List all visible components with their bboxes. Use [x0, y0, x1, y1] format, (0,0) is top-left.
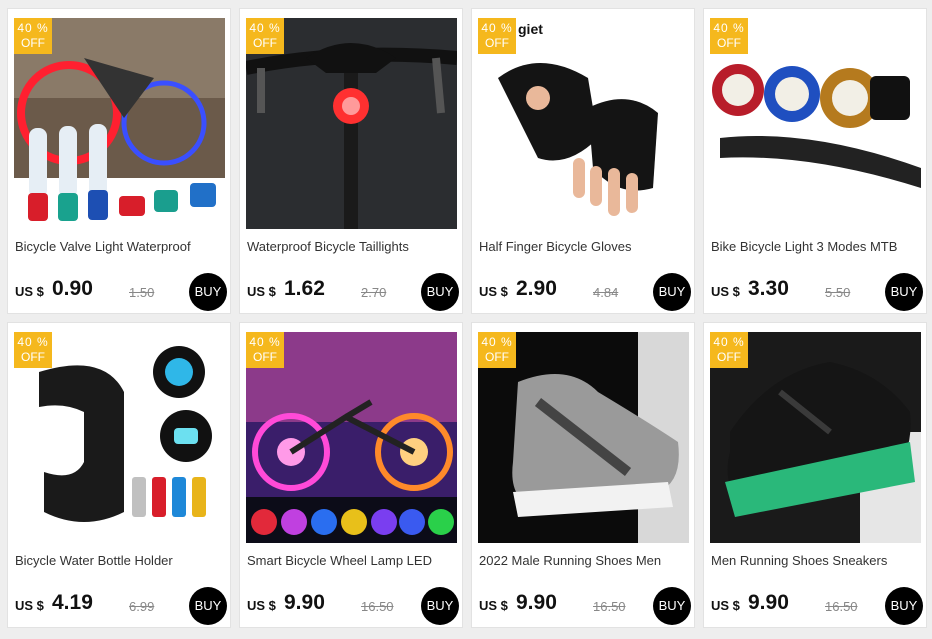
- discount-off-label: OFF: [21, 350, 45, 364]
- discount-badge: 40 % OFF: [478, 332, 516, 368]
- discount-off-label: OFF: [485, 36, 509, 50]
- price-value: 4.19: [52, 591, 93, 614]
- price-value: 9.90: [748, 591, 789, 614]
- discount-badge: 40 % OFF: [246, 18, 284, 54]
- buy-button[interactable]: BUY: [653, 273, 691, 311]
- product-card[interactable]: giet 40 % OFF Half Finger Bicycle Gloves…: [471, 8, 695, 314]
- buy-button[interactable]: BUY: [653, 587, 691, 625]
- price-row: US $ 3.30 5.50 BUY: [711, 273, 923, 311]
- product-card[interactable]: 40 % OFF Bike Bicycle Light 3 Modes MTB …: [703, 8, 927, 314]
- buy-button[interactable]: BUY: [189, 273, 227, 311]
- discount-percent: 40 %: [17, 335, 49, 349]
- discount-percent: 40 %: [481, 21, 513, 35]
- product-title[interactable]: Bicycle Valve Light Waterproof: [15, 239, 227, 254]
- discount-percent: 40 %: [17, 21, 49, 35]
- discount-badge: 40 % OFF: [710, 18, 748, 54]
- price-row: US $ 1.62 2.70 BUY: [247, 273, 459, 311]
- price-row: US $ 9.90 16.50 BUY: [479, 587, 691, 625]
- currency-label: US $: [711, 598, 740, 613]
- currency-label: US $: [15, 598, 44, 613]
- currency-label: US $: [479, 284, 508, 299]
- price-row: US $ 4.19 6.99 BUY: [15, 587, 227, 625]
- discount-percent: 40 %: [713, 335, 745, 349]
- product-title[interactable]: Bike Bicycle Light 3 Modes MTB: [711, 239, 923, 254]
- price-value: 3.30: [748, 277, 789, 300]
- currency-label: US $: [247, 598, 276, 613]
- original-price: 4.84: [593, 285, 619, 300]
- brand-text: giet: [518, 21, 543, 37]
- product-card[interactable]: 40 % OFF Bicycle Valve Light Waterproof …: [7, 8, 231, 314]
- original-price: 16.50: [825, 599, 858, 614]
- price-value: 9.90: [516, 591, 557, 614]
- discount-percent: 40 %: [481, 335, 513, 349]
- buy-button[interactable]: BUY: [885, 587, 923, 625]
- product-title[interactable]: 2022 Male Running Shoes Men: [479, 553, 691, 568]
- currency-label: US $: [247, 284, 276, 299]
- product-card[interactable]: 40 % OFF Bicycle Water Bottle Holder US …: [7, 322, 231, 628]
- discount-badge: 40 % OFF: [246, 332, 284, 368]
- original-price: 5.50: [825, 285, 851, 300]
- discount-percent: 40 %: [249, 335, 281, 349]
- discount-off-label: OFF: [21, 36, 45, 50]
- price-row: US $ 9.90 16.50 BUY: [711, 587, 923, 625]
- discount-percent: 40 %: [713, 21, 745, 35]
- price-value: 9.90: [284, 591, 325, 614]
- product-title[interactable]: Half Finger Bicycle Gloves: [479, 239, 691, 254]
- buy-button[interactable]: BUY: [189, 587, 227, 625]
- product-card[interactable]: 40 % OFF Men Running Shoes Sneakers US $…: [703, 322, 927, 628]
- original-price: 16.50: [593, 599, 626, 614]
- price-row: US $ 9.90 16.50 BUY: [247, 587, 459, 625]
- discount-percent: 40 %: [249, 21, 281, 35]
- discount-off-label: OFF: [485, 350, 509, 364]
- buy-button[interactable]: BUY: [421, 587, 459, 625]
- price-value: 0.90: [52, 277, 93, 300]
- price-value: 1.62: [284, 277, 325, 300]
- discount-off-label: OFF: [717, 36, 741, 50]
- currency-label: US $: [711, 284, 740, 299]
- product-card[interactable]: 40 % OFF Waterproof Bicycle Taillights U…: [239, 8, 463, 314]
- buy-button[interactable]: BUY: [885, 273, 923, 311]
- price-row: US $ 0.90 1.50 BUY: [15, 273, 227, 311]
- price-value: 2.90: [516, 277, 557, 300]
- original-price: 1.50: [129, 285, 155, 300]
- product-title[interactable]: Waterproof Bicycle Taillights: [247, 239, 459, 254]
- discount-badge: 40 % OFF: [14, 18, 52, 54]
- currency-label: US $: [15, 284, 44, 299]
- discount-off-label: OFF: [253, 350, 277, 364]
- discount-off-label: OFF: [717, 350, 741, 364]
- original-price: 2.70: [361, 285, 387, 300]
- price-row: US $ 2.90 4.84 BUY: [479, 273, 691, 311]
- product-card[interactable]: 40 % OFF Smart Bicycle Wheel Lamp LED US…: [239, 322, 463, 628]
- discount-badge: 40 % OFF: [478, 18, 516, 54]
- product-title[interactable]: Men Running Shoes Sneakers: [711, 553, 923, 568]
- discount-off-label: OFF: [253, 36, 277, 50]
- product-title[interactable]: Smart Bicycle Wheel Lamp LED: [247, 553, 459, 568]
- product-title[interactable]: Bicycle Water Bottle Holder: [15, 553, 227, 568]
- original-price: 6.99: [129, 599, 155, 614]
- product-grid: 40 % OFF Bicycle Valve Light Waterproof …: [7, 8, 927, 628]
- original-price: 16.50: [361, 599, 394, 614]
- discount-badge: 40 % OFF: [710, 332, 748, 368]
- buy-button[interactable]: BUY: [421, 273, 459, 311]
- product-card[interactable]: 40 % OFF 2022 Male Running Shoes Men US …: [471, 322, 695, 628]
- discount-badge: 40 % OFF: [14, 332, 52, 368]
- currency-label: US $: [479, 598, 508, 613]
